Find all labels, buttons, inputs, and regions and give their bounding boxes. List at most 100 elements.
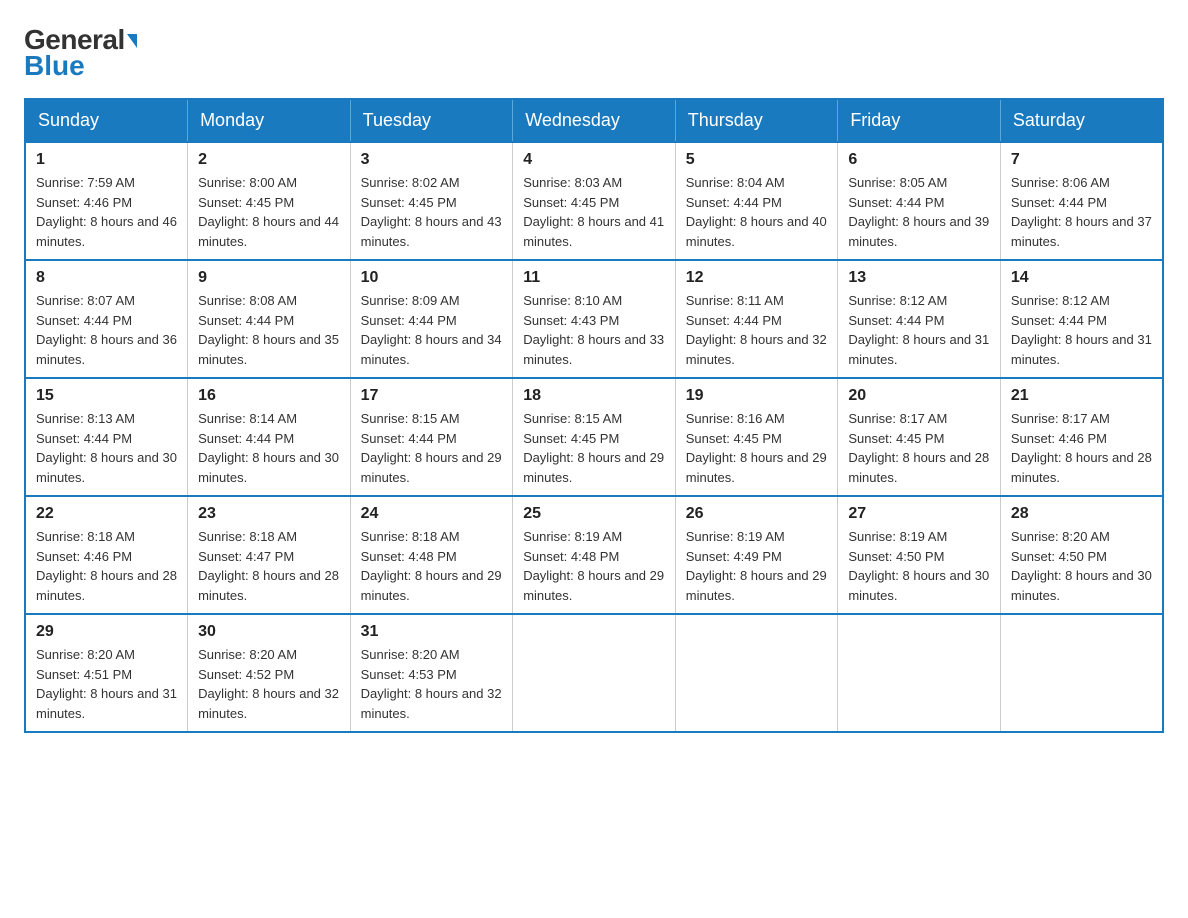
day-number: 10 — [361, 269, 503, 287]
day-number: 4 — [523, 151, 665, 169]
day-number: 21 — [1011, 387, 1152, 405]
day-info: Sunrise: 8:15 AM Sunset: 4:44 PM Dayligh… — [361, 409, 503, 487]
day-info: Sunrise: 8:00 AM Sunset: 4:45 PM Dayligh… — [198, 173, 340, 251]
calendar-cell: 6 Sunrise: 8:05 AM Sunset: 4:44 PM Dayli… — [838, 142, 1001, 260]
calendar-cell: 21 Sunrise: 8:17 AM Sunset: 4:46 PM Dayl… — [1000, 378, 1163, 496]
calendar-cell: 18 Sunrise: 8:15 AM Sunset: 4:45 PM Dayl… — [513, 378, 676, 496]
calendar-table: SundayMondayTuesdayWednesdayThursdayFrid… — [24, 98, 1164, 733]
day-number: 22 — [36, 505, 177, 523]
calendar-week-4: 22 Sunrise: 8:18 AM Sunset: 4:46 PM Dayl… — [25, 496, 1163, 614]
day-number: 13 — [848, 269, 990, 287]
calendar-cell: 13 Sunrise: 8:12 AM Sunset: 4:44 PM Dayl… — [838, 260, 1001, 378]
calendar-cell — [675, 614, 838, 732]
calendar-cell: 25 Sunrise: 8:19 AM Sunset: 4:48 PM Dayl… — [513, 496, 676, 614]
day-number: 29 — [36, 623, 177, 641]
calendar-cell: 27 Sunrise: 8:19 AM Sunset: 4:50 PM Dayl… — [838, 496, 1001, 614]
day-number: 9 — [198, 269, 340, 287]
header-monday: Monday — [188, 99, 351, 142]
day-number: 3 — [361, 151, 503, 169]
day-info: Sunrise: 8:14 AM Sunset: 4:44 PM Dayligh… — [198, 409, 340, 487]
day-number: 5 — [686, 151, 828, 169]
day-number: 24 — [361, 505, 503, 523]
day-number: 12 — [686, 269, 828, 287]
day-info: Sunrise: 8:03 AM Sunset: 4:45 PM Dayligh… — [523, 173, 665, 251]
calendar-cell: 5 Sunrise: 8:04 AM Sunset: 4:44 PM Dayli… — [675, 142, 838, 260]
day-info: Sunrise: 8:16 AM Sunset: 4:45 PM Dayligh… — [686, 409, 828, 487]
calendar-cell: 17 Sunrise: 8:15 AM Sunset: 4:44 PM Dayl… — [350, 378, 513, 496]
calendar-week-3: 15 Sunrise: 8:13 AM Sunset: 4:44 PM Dayl… — [25, 378, 1163, 496]
day-number: 15 — [36, 387, 177, 405]
day-info: Sunrise: 8:09 AM Sunset: 4:44 PM Dayligh… — [361, 291, 503, 369]
header-tuesday: Tuesday — [350, 99, 513, 142]
calendar-cell: 8 Sunrise: 8:07 AM Sunset: 4:44 PM Dayli… — [25, 260, 188, 378]
calendar-cell: 15 Sunrise: 8:13 AM Sunset: 4:44 PM Dayl… — [25, 378, 188, 496]
day-info: Sunrise: 8:20 AM Sunset: 4:50 PM Dayligh… — [1011, 527, 1152, 605]
header-thursday: Thursday — [675, 99, 838, 142]
day-number: 18 — [523, 387, 665, 405]
calendar-cell: 2 Sunrise: 8:00 AM Sunset: 4:45 PM Dayli… — [188, 142, 351, 260]
calendar-cell: 4 Sunrise: 8:03 AM Sunset: 4:45 PM Dayli… — [513, 142, 676, 260]
header-friday: Friday — [838, 99, 1001, 142]
calendar-cell: 28 Sunrise: 8:20 AM Sunset: 4:50 PM Dayl… — [1000, 496, 1163, 614]
day-info: Sunrise: 8:20 AM Sunset: 4:51 PM Dayligh… — [36, 645, 177, 723]
calendar-cell: 29 Sunrise: 8:20 AM Sunset: 4:51 PM Dayl… — [25, 614, 188, 732]
day-info: Sunrise: 8:12 AM Sunset: 4:44 PM Dayligh… — [848, 291, 990, 369]
day-info: Sunrise: 8:13 AM Sunset: 4:44 PM Dayligh… — [36, 409, 177, 487]
day-number: 30 — [198, 623, 340, 641]
day-number: 1 — [36, 151, 177, 169]
page-header: General Blue — [24, 24, 1164, 82]
calendar-cell: 3 Sunrise: 8:02 AM Sunset: 4:45 PM Dayli… — [350, 142, 513, 260]
day-info: Sunrise: 8:02 AM Sunset: 4:45 PM Dayligh… — [361, 173, 503, 251]
calendar-cell: 16 Sunrise: 8:14 AM Sunset: 4:44 PM Dayl… — [188, 378, 351, 496]
calendar-header-row: SundayMondayTuesdayWednesdayThursdayFrid… — [25, 99, 1163, 142]
header-saturday: Saturday — [1000, 99, 1163, 142]
day-number: 20 — [848, 387, 990, 405]
day-info: Sunrise: 8:19 AM Sunset: 4:50 PM Dayligh… — [848, 527, 990, 605]
calendar-cell: 9 Sunrise: 8:08 AM Sunset: 4:44 PM Dayli… — [188, 260, 351, 378]
day-info: Sunrise: 8:08 AM Sunset: 4:44 PM Dayligh… — [198, 291, 340, 369]
day-number: 14 — [1011, 269, 1152, 287]
logo-triangle-icon — [127, 34, 137, 48]
calendar-week-5: 29 Sunrise: 8:20 AM Sunset: 4:51 PM Dayl… — [25, 614, 1163, 732]
day-number: 6 — [848, 151, 990, 169]
day-info: Sunrise: 8:17 AM Sunset: 4:45 PM Dayligh… — [848, 409, 990, 487]
calendar-cell: 23 Sunrise: 8:18 AM Sunset: 4:47 PM Dayl… — [188, 496, 351, 614]
calendar-cell: 7 Sunrise: 8:06 AM Sunset: 4:44 PM Dayli… — [1000, 142, 1163, 260]
calendar-cell: 14 Sunrise: 8:12 AM Sunset: 4:44 PM Dayl… — [1000, 260, 1163, 378]
day-number: 19 — [686, 387, 828, 405]
calendar-cell — [838, 614, 1001, 732]
day-number: 31 — [361, 623, 503, 641]
calendar-cell: 30 Sunrise: 8:20 AM Sunset: 4:52 PM Dayl… — [188, 614, 351, 732]
calendar-cell — [1000, 614, 1163, 732]
day-info: Sunrise: 8:18 AM Sunset: 4:47 PM Dayligh… — [198, 527, 340, 605]
calendar-cell: 1 Sunrise: 7:59 AM Sunset: 4:46 PM Dayli… — [25, 142, 188, 260]
day-number: 16 — [198, 387, 340, 405]
day-info: Sunrise: 8:18 AM Sunset: 4:46 PM Dayligh… — [36, 527, 177, 605]
day-info: Sunrise: 8:19 AM Sunset: 4:49 PM Dayligh… — [686, 527, 828, 605]
day-info: Sunrise: 8:10 AM Sunset: 4:43 PM Dayligh… — [523, 291, 665, 369]
day-info: Sunrise: 8:19 AM Sunset: 4:48 PM Dayligh… — [523, 527, 665, 605]
calendar-cell: 22 Sunrise: 8:18 AM Sunset: 4:46 PM Dayl… — [25, 496, 188, 614]
day-info: Sunrise: 8:04 AM Sunset: 4:44 PM Dayligh… — [686, 173, 828, 251]
logo: General Blue — [24, 24, 137, 82]
day-number: 28 — [1011, 505, 1152, 523]
day-info: Sunrise: 8:06 AM Sunset: 4:44 PM Dayligh… — [1011, 173, 1152, 251]
calendar-cell: 31 Sunrise: 8:20 AM Sunset: 4:53 PM Dayl… — [350, 614, 513, 732]
header-wednesday: Wednesday — [513, 99, 676, 142]
day-info: Sunrise: 8:20 AM Sunset: 4:52 PM Dayligh… — [198, 645, 340, 723]
day-info: Sunrise: 8:18 AM Sunset: 4:48 PM Dayligh… — [361, 527, 503, 605]
logo-blue-text: Blue — [24, 50, 85, 82]
day-number: 27 — [848, 505, 990, 523]
calendar-cell: 19 Sunrise: 8:16 AM Sunset: 4:45 PM Dayl… — [675, 378, 838, 496]
calendar-cell: 11 Sunrise: 8:10 AM Sunset: 4:43 PM Dayl… — [513, 260, 676, 378]
day-info: Sunrise: 8:07 AM Sunset: 4:44 PM Dayligh… — [36, 291, 177, 369]
calendar-cell: 12 Sunrise: 8:11 AM Sunset: 4:44 PM Dayl… — [675, 260, 838, 378]
day-info: Sunrise: 8:20 AM Sunset: 4:53 PM Dayligh… — [361, 645, 503, 723]
calendar-cell: 24 Sunrise: 8:18 AM Sunset: 4:48 PM Dayl… — [350, 496, 513, 614]
day-info: Sunrise: 8:15 AM Sunset: 4:45 PM Dayligh… — [523, 409, 665, 487]
day-number: 26 — [686, 505, 828, 523]
header-sunday: Sunday — [25, 99, 188, 142]
day-number: 11 — [523, 269, 665, 287]
calendar-week-1: 1 Sunrise: 7:59 AM Sunset: 4:46 PM Dayli… — [25, 142, 1163, 260]
calendar-cell: 20 Sunrise: 8:17 AM Sunset: 4:45 PM Dayl… — [838, 378, 1001, 496]
